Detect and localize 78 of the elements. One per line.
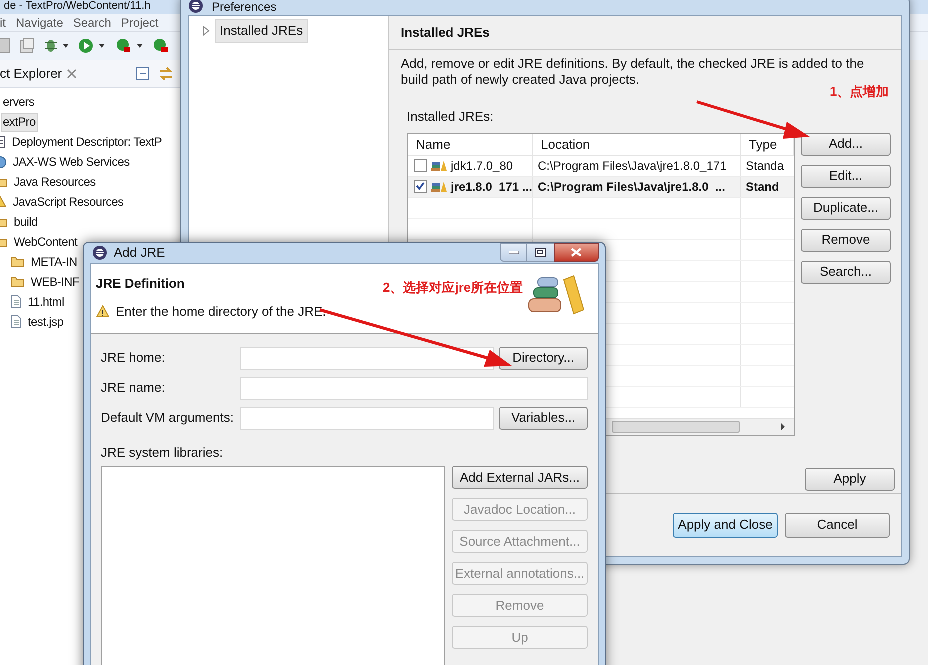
- column-header[interactable]: Location: [533, 134, 741, 154]
- column-header[interactable]: Name: [408, 134, 533, 154]
- text-field[interactable]: [240, 406, 494, 430]
- table-label: Installed JREs:: [407, 108, 494, 126]
- table-cell-text: jre1.8.0_171 ...: [451, 178, 532, 196]
- folder-icon: [11, 256, 25, 268]
- tree-item[interactable]: JAX-WS Web Services: [11, 152, 132, 172]
- maximize-icon: [535, 248, 546, 257]
- dialog-button[interactable]: Apply and Close: [673, 512, 778, 538]
- tree-item[interactable]: Java Resources: [12, 172, 98, 192]
- page-title: Installed JREs: [401, 24, 490, 42]
- save-all-icon[interactable]: [20, 38, 36, 54]
- tree-item[interactable]: JavaScript Resources: [11, 192, 126, 212]
- menu-item[interactable]: Project: [121, 14, 159, 32]
- run-icon[interactable]: [78, 38, 108, 54]
- tree-item[interactable]: WebContent: [12, 232, 80, 252]
- browse-button[interactable]: Variables...: [499, 406, 588, 430]
- annotation-text: 2、选择对应jre所在位置: [383, 278, 524, 298]
- action-button[interactable]: Edit...: [801, 164, 891, 188]
- tree-item[interactable]: ervers: [1, 92, 37, 112]
- link-icon[interactable]: [158, 66, 174, 80]
- dialog-button[interactable]: Cancel: [785, 512, 890, 538]
- tree-item[interactable]: META-IN: [29, 252, 80, 272]
- menu-item[interactable]: Navigate: [16, 14, 64, 32]
- tree-item[interactable]: build: [12, 212, 40, 232]
- close-button[interactable]: [554, 243, 599, 262]
- tree-item[interactable]: Deployment Descriptor: TextP: [10, 132, 164, 152]
- browse-button[interactable]: Directory...: [499, 346, 588, 370]
- menu-item[interactable]: it: [0, 14, 6, 32]
- table-cell: C:\Program Files\Java\jre1.8.0_...: [533, 176, 741, 196]
- text-field[interactable]: [240, 346, 494, 370]
- folder-icon: [11, 276, 25, 288]
- library-icon: [431, 180, 447, 192]
- action-button[interactable]: Duplicate...: [801, 196, 891, 220]
- window-title: Preferences: [212, 0, 277, 14]
- annotation-text: 1、点增加: [830, 83, 890, 101]
- section-heading: JRE Definition: [96, 274, 186, 292]
- app-icon: [188, 0, 204, 14]
- expand-icon[interactable]: [203, 26, 211, 36]
- library-button[interactable]: Add External JARs...: [452, 466, 588, 489]
- tree-item[interactable]: WEB-INF: [29, 272, 82, 292]
- scroll-right-icon[interactable]: [780, 422, 786, 430]
- app-icon: [92, 244, 108, 261]
- scrollbar-thumb[interactable]: [612, 420, 740, 432]
- library-icon: [431, 160, 447, 172]
- apply-button[interactable]: Apply: [805, 468, 895, 490]
- nav-item[interactable]: Installed JREs: [215, 19, 308, 42]
- table-cell-text: Standa: [745, 158, 784, 174]
- field-label: JRE home:: [101, 349, 166, 368]
- run-config-icon[interactable]: [116, 38, 146, 54]
- file-icon: [11, 295, 22, 309]
- table-cell: C:\Program Files\Java\jre1.8.0_171: [533, 156, 741, 176]
- field-label: Default VM arguments:: [101, 409, 235, 428]
- ide-title: de - TextPro/WebContent/11.h: [3, 0, 151, 14]
- tree-item[interactable]: extPro: [1, 112, 38, 132]
- action-button[interactable]: Add...: [801, 132, 891, 156]
- minimize-icon: [508, 251, 518, 254]
- action-button[interactable]: Search...: [801, 260, 891, 284]
- close-icon[interactable]: [67, 68, 78, 78]
- section-label: JRE system libraries:: [101, 444, 224, 462]
- action-button[interactable]: Remove: [801, 228, 891, 252]
- menu-item[interactable]: Search: [73, 14, 112, 32]
- collapse-icon[interactable]: [136, 66, 150, 80]
- table-cell-text: Stand: [745, 178, 780, 196]
- window-title: Add JRE: [114, 244, 166, 262]
- file-icon: [11, 315, 22, 329]
- maximize-button[interactable]: [527, 243, 554, 262]
- close-icon: [571, 248, 582, 257]
- checkbox[interactable]: [414, 180, 427, 193]
- status-message: Enter the home directory of the JRE.: [116, 303, 326, 321]
- field-label: JRE name:: [101, 379, 166, 398]
- checkbox[interactable]: [414, 159, 427, 172]
- tree-item[interactable]: test.jsp: [26, 312, 66, 332]
- table-cell-text: jdk1.7.0_80: [451, 158, 514, 174]
- bug-icon[interactable]: [44, 38, 70, 54]
- warning-icon: [96, 305, 110, 318]
- tree-item[interactable]: 11.html: [26, 292, 66, 312]
- text-field[interactable]: [240, 376, 588, 400]
